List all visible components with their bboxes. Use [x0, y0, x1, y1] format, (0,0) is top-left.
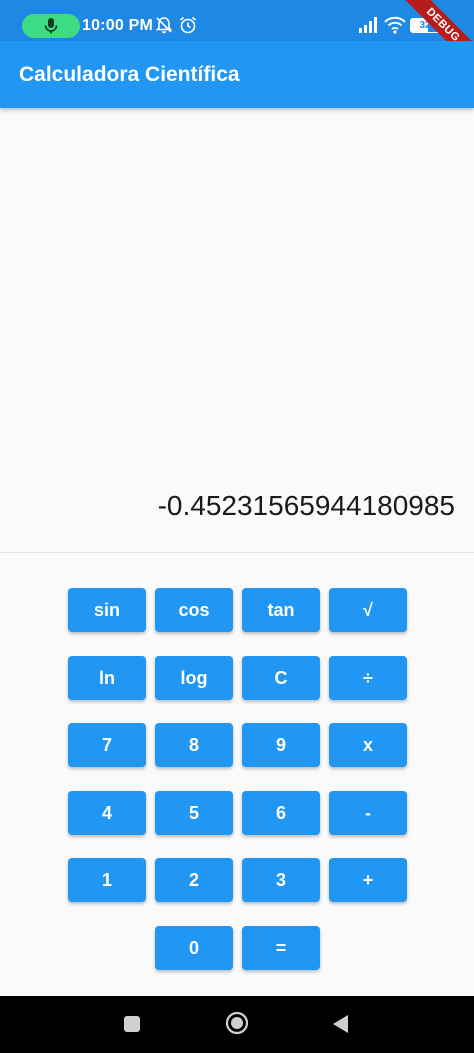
- page-title: Calculadora Científica: [19, 63, 240, 86]
- mic-icon: [44, 18, 58, 34]
- key-equals[interactable]: =: [242, 926, 320, 970]
- key-0[interactable]: 0: [155, 926, 233, 970]
- key-2[interactable]: 2: [155, 858, 233, 902]
- key-6[interactable]: 6: [242, 791, 320, 835]
- key-7[interactable]: 7: [68, 723, 146, 767]
- key-5[interactable]: 5: [155, 791, 233, 835]
- key-subtract[interactable]: -: [329, 791, 407, 835]
- wifi-icon: [384, 16, 406, 34]
- key-cos[interactable]: cos: [155, 588, 233, 632]
- key-4[interactable]: 4: [68, 791, 146, 835]
- key-sqrt[interactable]: √: [329, 588, 407, 632]
- mic-indicator[interactable]: [22, 14, 80, 38]
- alarm-icon: [179, 16, 197, 34]
- status-bar: 10:00 PM 32 DEBUG: [0, 0, 474, 78]
- key-divide[interactable]: ÷: [329, 656, 407, 700]
- key-sin[interactable]: sin: [68, 588, 146, 632]
- status-time: 10:00 PM: [82, 17, 153, 34]
- key-8[interactable]: 8: [155, 723, 233, 767]
- key-clear[interactable]: C: [242, 656, 320, 700]
- app-bar: Calculadora Científica: [0, 41, 474, 108]
- notifications-off-icon: [155, 17, 173, 34]
- circle-icon[interactable]: [225, 1011, 249, 1035]
- key-add[interactable]: +: [329, 858, 407, 902]
- key-9[interactable]: 9: [242, 723, 320, 767]
- key-tan[interactable]: tan: [242, 588, 320, 632]
- key-multiply[interactable]: x: [329, 723, 407, 767]
- keypad: sin cos tan √ ln log C ÷ 7 8 9 x 4 5 6 -…: [0, 553, 474, 996]
- triangle-back-icon[interactable]: [331, 1014, 349, 1034]
- square-icon[interactable]: [123, 1015, 141, 1033]
- system-nav-bar: [0, 996, 474, 1053]
- key-1[interactable]: 1: [68, 858, 146, 902]
- key-log[interactable]: log: [155, 656, 233, 700]
- display-value: -0.45231565944180985: [157, 490, 455, 521]
- key-ln[interactable]: ln: [68, 656, 146, 700]
- key-3[interactable]: 3: [242, 858, 320, 902]
- signal-icon: [359, 17, 377, 33]
- result-display: -0.45231565944180985: [0, 108, 474, 552]
